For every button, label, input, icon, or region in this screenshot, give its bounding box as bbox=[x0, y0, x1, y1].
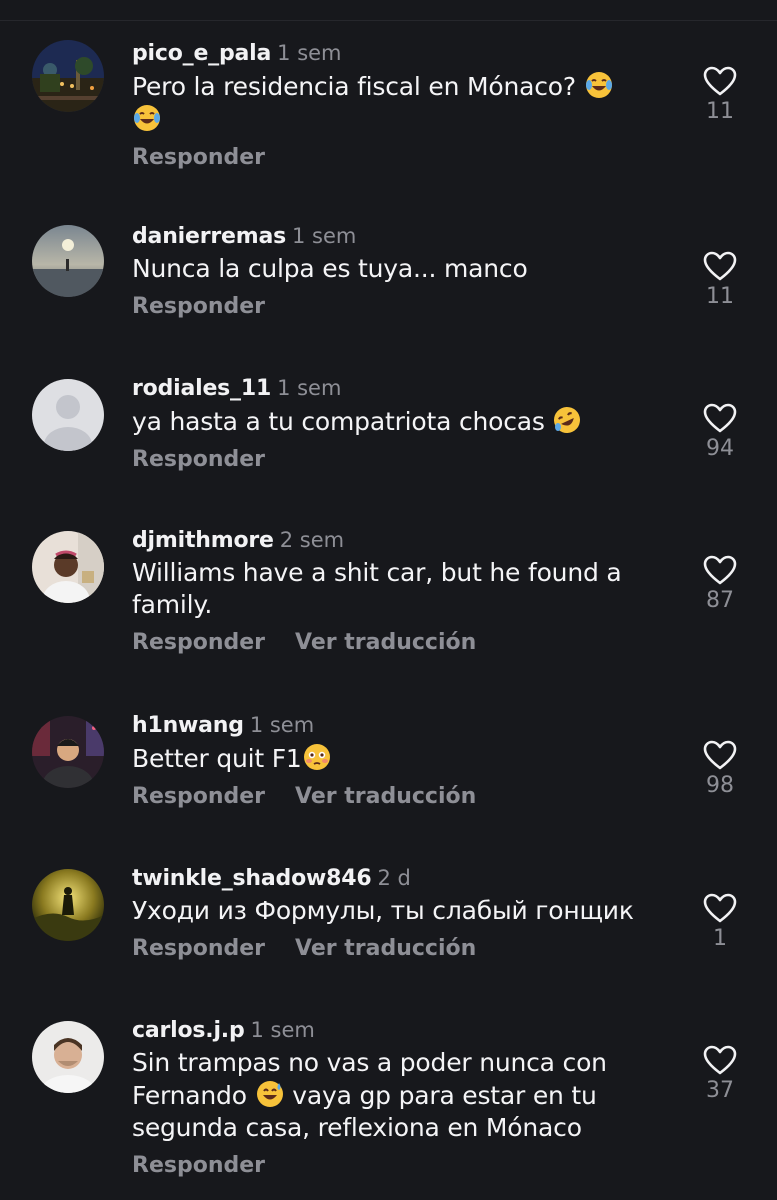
avatar[interactable] bbox=[32, 1021, 104, 1093]
avatar[interactable] bbox=[32, 716, 104, 788]
like-control[interactable]: 37 bbox=[696, 1045, 744, 1105]
like-control[interactable]: 94 bbox=[696, 403, 744, 463]
comment-text-line: segunda casa, reflexiona en Mónaco bbox=[132, 1113, 582, 1142]
comment-text: Nunca la culpa es tuya... manco bbox=[132, 253, 672, 285]
comment-meta: danierremas 1 sem bbox=[132, 219, 672, 253]
avatar[interactable] bbox=[32, 379, 104, 451]
comment-body: twinkle_shadow846 2 d Уходи из Формулы, т… bbox=[132, 861, 672, 965]
comment-text-line: Fernando bbox=[132, 1081, 255, 1110]
comment-actions: Responder bbox=[132, 142, 672, 174]
like-count: 94 bbox=[706, 436, 734, 461]
timestamp: 2 d bbox=[377, 866, 411, 890]
comment-text-line: Williams have a shit car, but he found a bbox=[132, 558, 622, 587]
rolling-on-the-floor-laughing-icon bbox=[554, 407, 581, 433]
translate-button[interactable]: Ver traducción bbox=[295, 630, 476, 655]
comment-meta: h1nwang 1 sem bbox=[132, 708, 672, 742]
like-count: 11 bbox=[706, 284, 734, 309]
comment-text: ya hasta a tu compatriota chocas bbox=[132, 405, 672, 438]
like-count: 1 bbox=[713, 926, 727, 951]
avatar[interactable] bbox=[32, 225, 104, 297]
username[interactable]: pico_e_pala bbox=[132, 41, 271, 66]
comment-body: danierremas 1 sem Nunca la culpa es tuya.… bbox=[132, 219, 672, 323]
timestamp: 1 sem bbox=[277, 376, 342, 400]
comment-actions: Responder Ver traducción bbox=[132, 933, 672, 965]
comment-body: carlos.j.p 1 sem Sin trampas no vas a pod… bbox=[132, 1013, 672, 1182]
comment-text: Pero la residencia fiscal en Mónaco? bbox=[132, 70, 672, 136]
comment-actions: Responder bbox=[132, 1150, 672, 1182]
like-control[interactable]: 11 bbox=[696, 251, 744, 311]
face-with-tears-of-joy-icon bbox=[585, 72, 612, 98]
like-control[interactable]: 1 bbox=[696, 893, 744, 953]
comment-actions: Responder Ver traducción bbox=[132, 781, 672, 813]
timestamp: 1 sem bbox=[250, 1018, 315, 1042]
comment-text-line: vaya gp para estar en tu bbox=[284, 1081, 597, 1110]
comment-text-line: ya hasta a tu compatriota chocas bbox=[132, 407, 553, 436]
heart-outline-icon[interactable] bbox=[703, 555, 737, 585]
reply-button[interactable]: Responder bbox=[132, 936, 265, 961]
comment-actions: Responder Ver traducción bbox=[132, 627, 672, 659]
translate-button[interactable]: Ver traducción bbox=[295, 936, 476, 961]
username[interactable]: h1nwang bbox=[132, 713, 244, 738]
grinning-face-with-sweat-icon bbox=[256, 1081, 283, 1107]
avatar[interactable] bbox=[32, 869, 104, 941]
username[interactable]: djmithmore bbox=[132, 528, 274, 553]
like-control[interactable]: 11 bbox=[696, 66, 744, 126]
comment-text-line: Pero la residencia fiscal en Mónaco? bbox=[132, 72, 584, 101]
comment-text: Williams have a shit car, but he found a… bbox=[132, 557, 672, 621]
reply-button[interactable]: Responder bbox=[132, 1153, 265, 1178]
heart-outline-icon[interactable] bbox=[703, 66, 737, 96]
comment-actions: Responder bbox=[132, 444, 672, 476]
like-count: 11 bbox=[706, 99, 734, 124]
comment-body: h1nwang 1 sem Better quit F1 Responder Ver… bbox=[132, 708, 672, 813]
timestamp: 1 sem bbox=[292, 224, 357, 248]
username[interactable]: rodiales_11 bbox=[132, 376, 271, 401]
comment-actions: Responder bbox=[132, 291, 672, 323]
username[interactable]: danierremas bbox=[132, 224, 286, 249]
reply-button[interactable]: Responder bbox=[132, 630, 265, 655]
avatar[interactable] bbox=[32, 40, 104, 112]
like-control[interactable]: 87 bbox=[696, 555, 744, 615]
translate-button[interactable]: Ver traducción bbox=[295, 784, 476, 809]
comment-body: rodiales_11 1 sem ya hasta a tu compatrio… bbox=[132, 371, 672, 476]
like-count: 98 bbox=[706, 773, 734, 798]
reply-button[interactable]: Responder bbox=[132, 784, 265, 809]
comment-text: Sin trampas no vas a poder nunca con Fer… bbox=[132, 1047, 672, 1144]
comment-body: pico_e_pala 1 sem Pero la residencia fisc… bbox=[132, 36, 672, 174]
heart-outline-icon[interactable] bbox=[703, 403, 737, 433]
comment-body: djmithmore 2 sem Williams have a shit car… bbox=[132, 523, 672, 659]
comment-meta: djmithmore 2 sem bbox=[132, 523, 672, 557]
comment-text-line: Уходи из Формулы, ты слабый гонщик bbox=[132, 896, 634, 925]
comment-text-line: Nunca la culpa es tuya... manco bbox=[132, 254, 528, 283]
timestamp: 2 sem bbox=[279, 528, 345, 552]
username[interactable]: twinkle_shadow846 bbox=[132, 866, 372, 891]
comment-meta: rodiales_11 1 sem bbox=[132, 371, 672, 405]
heart-outline-icon[interactable] bbox=[703, 893, 737, 923]
top-edge bbox=[0, 0, 777, 21]
username[interactable]: carlos.j.p bbox=[132, 1018, 245, 1043]
comment-meta: carlos.j.p 1 sem bbox=[132, 1013, 672, 1047]
heart-outline-icon[interactable] bbox=[703, 740, 737, 770]
heart-outline-icon[interactable] bbox=[703, 1045, 737, 1075]
flushed-face-icon bbox=[303, 744, 330, 770]
timestamp: 1 sem bbox=[277, 41, 342, 65]
comment-text-line: Better quit F1 bbox=[132, 744, 302, 773]
reply-button[interactable]: Responder bbox=[132, 294, 265, 319]
comment-meta: twinkle_shadow846 2 d bbox=[132, 861, 672, 895]
like-count: 87 bbox=[706, 588, 734, 613]
like-control[interactable]: 98 bbox=[696, 740, 744, 800]
face-with-tears-of-joy-icon bbox=[134, 105, 160, 131]
comment-text-line: family. bbox=[132, 590, 213, 619]
avatar[interactable] bbox=[32, 531, 104, 603]
comment-text: Уходи из Формулы, ты слабый гонщик bbox=[132, 895, 672, 927]
reply-button[interactable]: Responder bbox=[132, 447, 265, 472]
comment-meta: pico_e_pala 1 sem bbox=[132, 36, 672, 70]
timestamp: 1 sem bbox=[249, 713, 315, 737]
comment-text-line: Sin trampas no vas a poder nunca con bbox=[132, 1048, 607, 1077]
comment-text: Better quit F1 bbox=[132, 742, 672, 775]
heart-outline-icon[interactable] bbox=[703, 251, 737, 281]
like-count: 37 bbox=[706, 1078, 734, 1103]
reply-button[interactable]: Responder bbox=[132, 145, 265, 170]
